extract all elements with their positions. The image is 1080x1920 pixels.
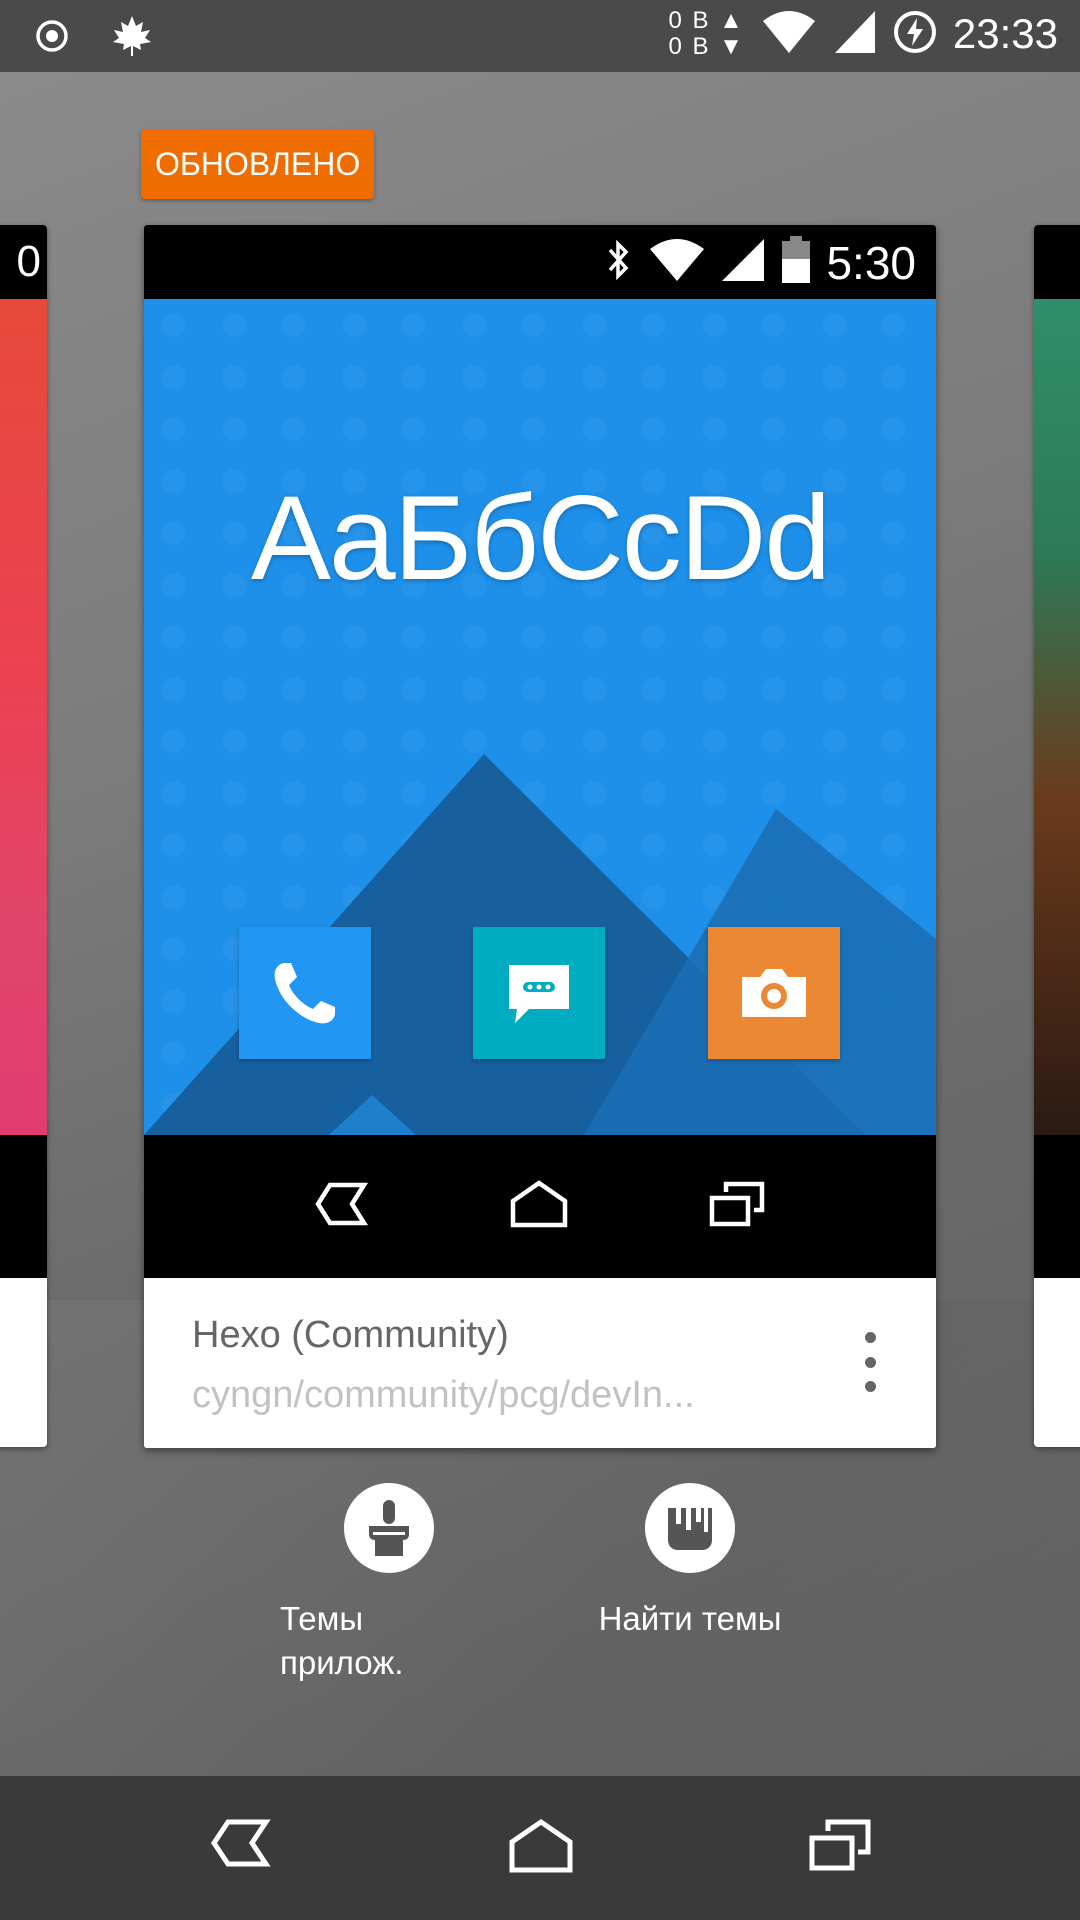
wifi-icon xyxy=(761,9,817,60)
traffic-indicator: 0 B ▲ 0 B ▼ xyxy=(668,7,745,60)
recents-icon[interactable] xyxy=(808,1818,872,1878)
next-theme-status xyxy=(1034,225,1080,299)
traffic-down: 0 B xyxy=(668,33,711,60)
paintbrush-icon xyxy=(344,1483,434,1573)
target-icon xyxy=(34,18,70,59)
clock: 23:33 xyxy=(952,10,1058,57)
next-theme-preview xyxy=(1034,299,1080,1135)
font-sample: AaБбCcDd xyxy=(250,471,831,605)
previous-theme-navbar xyxy=(0,1135,47,1278)
find-themes-button[interactable]: Найти темы xyxy=(580,1483,800,1641)
phone-app-icon xyxy=(239,927,371,1059)
previous-theme-card[interactable]: 0 xyxy=(0,225,47,1447)
find-themes-label: Найти темы xyxy=(598,1600,782,1637)
theme-name: Hexo (Community) xyxy=(192,1314,509,1356)
theme-preview-screen: AaБбCcDd xyxy=(144,299,936,1135)
home-icon[interactable] xyxy=(508,1818,574,1878)
preview-clock: 5:30 xyxy=(826,236,916,289)
preview-status-bar: 5:30 xyxy=(144,225,936,299)
battery-icon xyxy=(780,235,812,290)
next-theme-navbar xyxy=(1034,1135,1080,1278)
maple-leaf-icon xyxy=(110,14,154,63)
preview-recents-icon xyxy=(708,1180,766,1233)
system-navbar xyxy=(0,1776,1080,1920)
preview-back-icon xyxy=(314,1182,370,1231)
preview-home-icon xyxy=(509,1179,569,1234)
signal-icon xyxy=(833,9,877,60)
paint-bucket-icon xyxy=(645,1483,735,1573)
app-themes-label: Темы прилож. xyxy=(280,1600,404,1681)
traffic-up: 0 B xyxy=(668,7,711,34)
theme-card-footer: Hexo (Community) cyngn/community/pcg/dev… xyxy=(144,1278,936,1448)
previous-theme-preview xyxy=(0,299,47,1135)
updated-badge: ОБНОВЛЕНО xyxy=(141,129,375,199)
status-bar: 0 B ▲ 0 B ▼ 23:33 xyxy=(0,0,1080,72)
battery-charging-icon xyxy=(893,10,937,59)
camera-app-icon xyxy=(708,927,840,1059)
messages-app-icon xyxy=(473,927,605,1059)
preview-signal-icon xyxy=(720,237,766,288)
next-theme-card[interactable] xyxy=(1034,225,1080,1447)
bluetooth-icon xyxy=(604,238,634,287)
theme-card[interactable]: 5:30 AaБбCcDd Hexo (Community) cyngn/com… xyxy=(144,225,936,1448)
theme-source: cyngn/community/pcg/devIn... xyxy=(192,1374,695,1416)
overflow-menu-icon[interactable] xyxy=(862,1332,878,1392)
previous-theme-status: 0 xyxy=(0,225,47,299)
preview-navbar xyxy=(144,1135,936,1278)
app-themes-button[interactable]: Темы прилож. xyxy=(280,1483,500,1685)
preview-wifi-icon xyxy=(648,237,706,288)
back-icon[interactable] xyxy=(210,1818,271,1878)
